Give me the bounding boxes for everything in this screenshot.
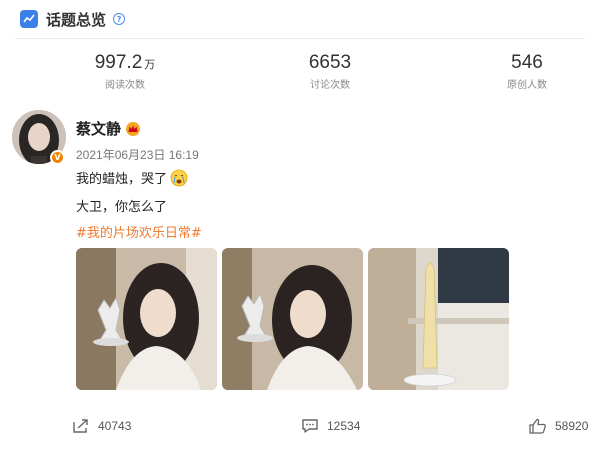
post-text-line2: 大卫，你怎么了 [76, 200, 168, 215]
stat-originals-value: 546 [511, 52, 543, 73]
stat-reads-value: 997.2 [94, 52, 143, 73]
post-time: 2021年06月23日 16:19 [76, 148, 199, 162]
post-photo-2[interactable] [222, 248, 363, 390]
comment-count: 12534 [327, 419, 361, 433]
like-count: 58920 [555, 419, 589, 433]
post-photo-3[interactable] [368, 248, 509, 390]
post-actions: 40743 12534 58920 [0, 418, 600, 438]
info-icon[interactable]: ? [113, 13, 126, 25]
author-name-row: 蔡文静 [76, 118, 141, 139]
stat-reads-label: 阅读次数 [105, 80, 145, 91]
stat-reads-unit: 万 [144, 58, 156, 71]
like-action[interactable]: 58920 [529, 418, 588, 434]
post-photos [76, 248, 509, 390]
comment-action[interactable]: 12534 [301, 418, 360, 434]
member-crown-icon [126, 121, 141, 136]
stat-originals: 546 原创人数 [482, 52, 572, 91]
stat-discussions-value: 6653 [308, 52, 352, 73]
header-divider [15, 38, 585, 39]
comment-icon [302, 419, 318, 433]
post-photo-1[interactable] [76, 248, 217, 390]
share-count: 40743 [98, 419, 132, 433]
hashtag-link[interactable]: #我的片场欢乐日常# [76, 222, 202, 241]
post-text-1: 我的蜡烛，哭了 [76, 172, 168, 187]
topic-stats: 997.2 万 阅读次数 6653 讨论次数 546 原创人数 [0, 52, 600, 98]
share-icon [73, 419, 88, 433]
page-title: 话题总览 [46, 10, 107, 29]
stat-originals-label: 原创人数 [507, 80, 547, 91]
verified-badge: V [50, 150, 65, 165]
page-header: 话题总览 ? [0, 0, 600, 38]
crying-emoji-icon [170, 169, 188, 186]
topic-overview-icon [20, 10, 38, 28]
thumbs-up-icon [529, 418, 546, 434]
stat-reads: 997.2 万 阅读次数 [80, 52, 170, 91]
stat-discussions-label: 讨论次数 [310, 80, 350, 91]
share-action[interactable]: 40743 [72, 418, 131, 434]
stat-discussions: 6653 讨论次数 [285, 52, 375, 91]
post-text-line1: 我的蜡烛，哭了 [76, 168, 188, 187]
author-name[interactable]: 蔡文静 [76, 118, 121, 139]
